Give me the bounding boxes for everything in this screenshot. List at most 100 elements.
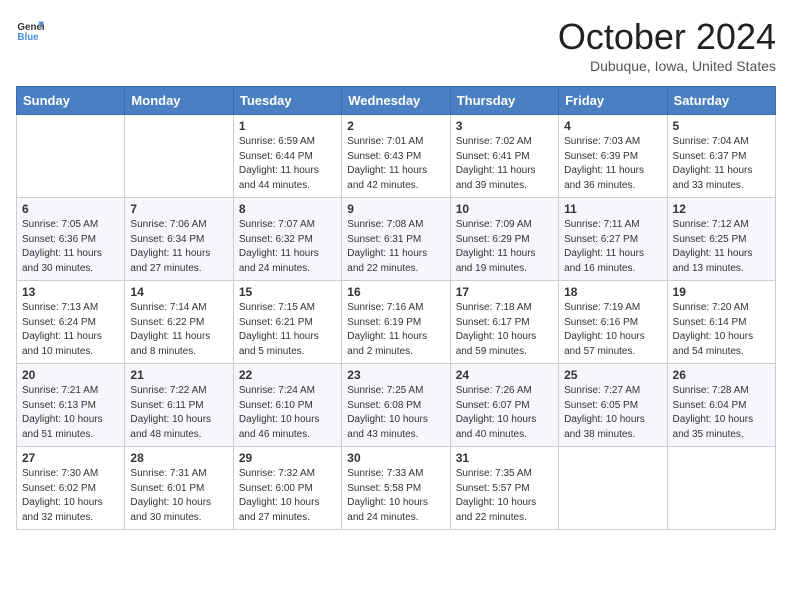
title-block: October 2024 Dubuque, Iowa, United State… bbox=[558, 16, 776, 74]
day-number: 5 bbox=[673, 119, 770, 133]
calendar-cell: 2 Sunrise: 7:01 AM Sunset: 6:43 PM Daylig… bbox=[342, 115, 450, 198]
day-number: 18 bbox=[564, 285, 661, 299]
day-info: Sunrise: 7:26 AM Sunset: 6:07 PM Dayligh… bbox=[456, 384, 553, 442]
day-number: 21 bbox=[130, 368, 227, 382]
day-info: Sunrise: 6:59 AM Sunset: 6:44 PM Dayligh… bbox=[239, 135, 336, 193]
day-info: Sunrise: 7:24 AM Sunset: 6:10 PM Dayligh… bbox=[239, 384, 336, 442]
day-info: Sunrise: 7:01 AM Sunset: 6:43 PM Dayligh… bbox=[347, 135, 444, 193]
calendar-cell: 17 Sunrise: 7:18 AM Sunset: 6:17 PM Dayli… bbox=[450, 281, 558, 364]
day-number: 2 bbox=[347, 119, 444, 133]
day-number: 12 bbox=[673, 202, 770, 216]
day-info: Sunrise: 7:16 AM Sunset: 6:19 PM Dayligh… bbox=[347, 301, 444, 359]
day-info: Sunrise: 7:14 AM Sunset: 6:22 PM Dayligh… bbox=[130, 301, 227, 359]
day-number: 3 bbox=[456, 119, 553, 133]
calendar-cell: 1 Sunrise: 6:59 AM Sunset: 6:44 PM Daylig… bbox=[233, 115, 341, 198]
day-info: Sunrise: 7:07 AM Sunset: 6:32 PM Dayligh… bbox=[239, 218, 336, 276]
day-number: 31 bbox=[456, 451, 553, 465]
calendar-week-row: 1 Sunrise: 6:59 AM Sunset: 6:44 PM Daylig… bbox=[17, 115, 776, 198]
calendar-cell: 5 Sunrise: 7:04 AM Sunset: 6:37 PM Daylig… bbox=[667, 115, 775, 198]
calendar-cell: 12 Sunrise: 7:12 AM Sunset: 6:25 PM Dayli… bbox=[667, 198, 775, 281]
calendar-cell: 20 Sunrise: 7:21 AM Sunset: 6:13 PM Dayli… bbox=[17, 364, 125, 447]
day-info: Sunrise: 7:33 AM Sunset: 5:58 PM Dayligh… bbox=[347, 467, 444, 525]
calendar-cell: 23 Sunrise: 7:25 AM Sunset: 6:08 PM Dayli… bbox=[342, 364, 450, 447]
calendar-week-row: 27 Sunrise: 7:30 AM Sunset: 6:02 PM Dayli… bbox=[17, 447, 776, 530]
day-info: Sunrise: 7:06 AM Sunset: 6:34 PM Dayligh… bbox=[130, 218, 227, 276]
day-number: 22 bbox=[239, 368, 336, 382]
weekday-header: Friday bbox=[559, 87, 667, 115]
calendar-cell: 18Sunrise: 7:19 AM Sunset: 6:16 PM Dayli… bbox=[559, 281, 667, 364]
calendar-cell bbox=[667, 447, 775, 530]
calendar-cell: 9 Sunrise: 7:08 AM Sunset: 6:31 PM Daylig… bbox=[342, 198, 450, 281]
day-info: Sunrise: 7:05 AM Sunset: 6:36 PM Dayligh… bbox=[22, 218, 119, 276]
day-info: Sunrise: 7:35 AM Sunset: 5:57 PM Dayligh… bbox=[456, 467, 553, 525]
day-number: 15 bbox=[239, 285, 336, 299]
calendar-cell: 7Sunrise: 7:06 AM Sunset: 6:34 PM Daylig… bbox=[125, 198, 233, 281]
calendar-cell: 10Sunrise: 7:09 AM Sunset: 6:29 PM Dayli… bbox=[450, 198, 558, 281]
calendar-cell bbox=[559, 447, 667, 530]
day-number: 19 bbox=[673, 285, 770, 299]
day-info: Sunrise: 7:32 AM Sunset: 6:00 PM Dayligh… bbox=[239, 467, 336, 525]
day-info: Sunrise: 7:08 AM Sunset: 6:31 PM Dayligh… bbox=[347, 218, 444, 276]
day-number: 4 bbox=[564, 119, 661, 133]
calendar-cell bbox=[125, 115, 233, 198]
calendar-cell: 25 Sunrise: 7:27 AM Sunset: 6:05 PM Dayli… bbox=[559, 364, 667, 447]
day-number: 11 bbox=[564, 202, 661, 216]
weekday-header-row: SundayMondayTuesdayWednesdayThursdayFrid… bbox=[17, 87, 776, 115]
day-number: 9 bbox=[347, 202, 444, 216]
day-info: Sunrise: 7:22 AM Sunset: 6:11 PM Dayligh… bbox=[130, 384, 227, 442]
page-header: General Blue October 2024 Dubuque, Iowa,… bbox=[16, 16, 776, 74]
calendar-cell: 19 Sunrise: 7:20 AM Sunset: 6:14 PM Dayli… bbox=[667, 281, 775, 364]
day-info: Sunrise: 7:13 AM Sunset: 6:24 PM Dayligh… bbox=[22, 301, 119, 359]
calendar-cell: 30 Sunrise: 7:33 AM Sunset: 5:58 PM Dayli… bbox=[342, 447, 450, 530]
calendar-cell: 29Sunrise: 7:32 AM Sunset: 6:00 PM Dayli… bbox=[233, 447, 341, 530]
location: Dubuque, Iowa, United States bbox=[558, 58, 776, 74]
calendar-cell: 13 Sunrise: 7:13 AM Sunset: 6:24 PM Dayli… bbox=[17, 281, 125, 364]
weekday-header: Monday bbox=[125, 87, 233, 115]
day-info: Sunrise: 7:25 AM Sunset: 6:08 PM Dayligh… bbox=[347, 384, 444, 442]
day-number: 25 bbox=[564, 368, 661, 382]
calendar-cell: 28 Sunrise: 7:31 AM Sunset: 6:01 PM Dayli… bbox=[125, 447, 233, 530]
day-info: Sunrise: 7:28 AM Sunset: 6:04 PM Dayligh… bbox=[673, 384, 770, 442]
calendar-cell: 24 Sunrise: 7:26 AM Sunset: 6:07 PM Dayli… bbox=[450, 364, 558, 447]
calendar-cell: 16Sunrise: 7:16 AM Sunset: 6:19 PM Dayli… bbox=[342, 281, 450, 364]
calendar-cell: 27 Sunrise: 7:30 AM Sunset: 6:02 PM Dayli… bbox=[17, 447, 125, 530]
calendar-table: SundayMondayTuesdayWednesdayThursdayFrid… bbox=[16, 86, 776, 530]
day-number: 23 bbox=[347, 368, 444, 382]
day-number: 10 bbox=[456, 202, 553, 216]
day-info: Sunrise: 7:21 AM Sunset: 6:13 PM Dayligh… bbox=[22, 384, 119, 442]
weekday-header: Wednesday bbox=[342, 87, 450, 115]
day-info: Sunrise: 7:20 AM Sunset: 6:14 PM Dayligh… bbox=[673, 301, 770, 359]
svg-text:Blue: Blue bbox=[17, 32, 39, 43]
day-info: Sunrise: 7:30 AM Sunset: 6:02 PM Dayligh… bbox=[22, 467, 119, 525]
day-number: 24 bbox=[456, 368, 553, 382]
day-info: Sunrise: 7:27 AM Sunset: 6:05 PM Dayligh… bbox=[564, 384, 661, 442]
calendar-cell: 6 Sunrise: 7:05 AM Sunset: 6:36 PM Daylig… bbox=[17, 198, 125, 281]
weekday-header: Thursday bbox=[450, 87, 558, 115]
calendar-cell bbox=[17, 115, 125, 198]
day-number: 30 bbox=[347, 451, 444, 465]
day-number: 17 bbox=[456, 285, 553, 299]
day-info: Sunrise: 7:03 AM Sunset: 6:39 PM Dayligh… bbox=[564, 135, 661, 193]
day-number: 27 bbox=[22, 451, 119, 465]
day-number: 6 bbox=[22, 202, 119, 216]
day-info: Sunrise: 7:31 AM Sunset: 6:01 PM Dayligh… bbox=[130, 467, 227, 525]
day-info: Sunrise: 7:02 AM Sunset: 6:41 PM Dayligh… bbox=[456, 135, 553, 193]
calendar-cell: 4 Sunrise: 7:03 AM Sunset: 6:39 PM Daylig… bbox=[559, 115, 667, 198]
day-info: Sunrise: 7:11 AM Sunset: 6:27 PM Dayligh… bbox=[564, 218, 661, 276]
logo: General Blue bbox=[16, 16, 44, 44]
day-info: Sunrise: 7:12 AM Sunset: 6:25 PM Dayligh… bbox=[673, 218, 770, 276]
weekday-header: Tuesday bbox=[233, 87, 341, 115]
day-info: Sunrise: 7:18 AM Sunset: 6:17 PM Dayligh… bbox=[456, 301, 553, 359]
day-number: 20 bbox=[22, 368, 119, 382]
day-number: 14 bbox=[130, 285, 227, 299]
day-number: 26 bbox=[673, 368, 770, 382]
calendar-cell: 8Sunrise: 7:07 AM Sunset: 6:32 PM Daylig… bbox=[233, 198, 341, 281]
calendar-cell: 22 Sunrise: 7:24 AM Sunset: 6:10 PM Dayli… bbox=[233, 364, 341, 447]
weekday-header: Saturday bbox=[667, 87, 775, 115]
calendar-cell: 11 Sunrise: 7:11 AM Sunset: 6:27 PM Dayli… bbox=[559, 198, 667, 281]
day-number: 1 bbox=[239, 119, 336, 133]
day-number: 28 bbox=[130, 451, 227, 465]
weekday-header: Sunday bbox=[17, 87, 125, 115]
day-info: Sunrise: 7:04 AM Sunset: 6:37 PM Dayligh… bbox=[673, 135, 770, 193]
day-number: 13 bbox=[22, 285, 119, 299]
